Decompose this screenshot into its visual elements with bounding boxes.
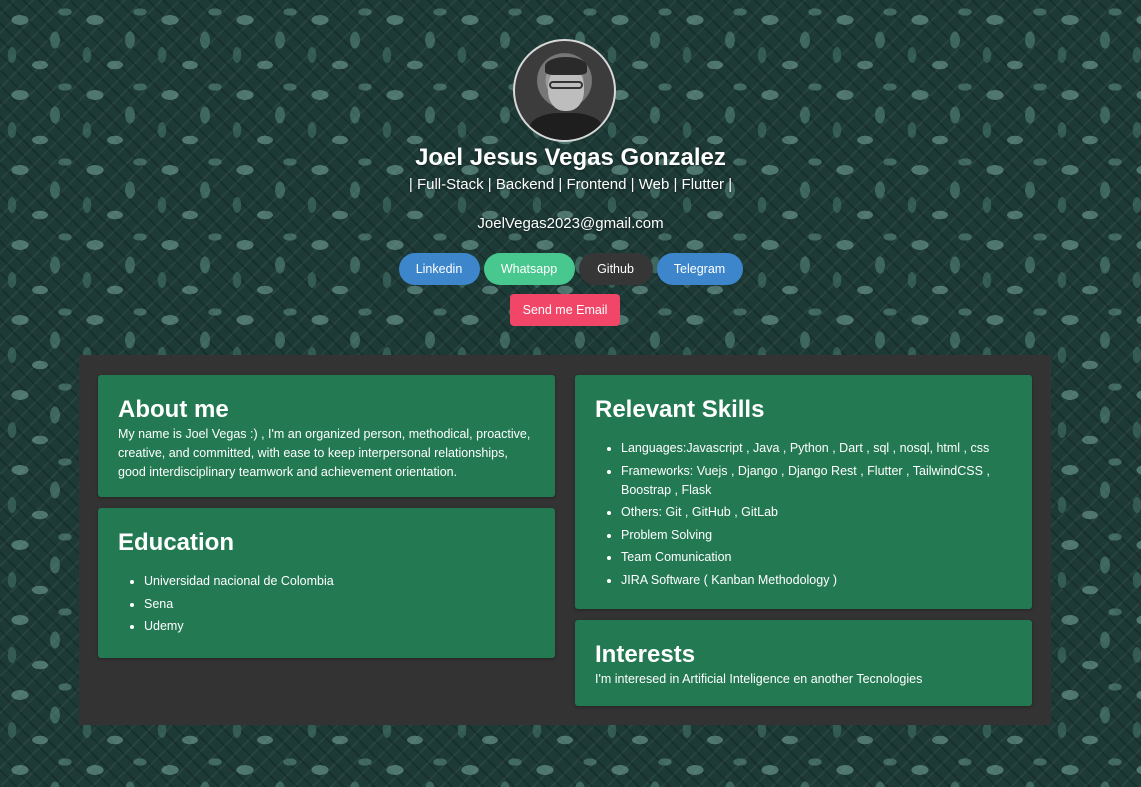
content-panel: About me My name is Joel Vegas :) , I'm … (79, 355, 1051, 725)
list-item: Others: Git , GitHub , GitLab (621, 503, 1012, 522)
avatar-glasses (549, 81, 583, 89)
social-links: Linkedin Whatsapp Github Telegram (0, 253, 1141, 285)
skills-title: Relevant Skills (595, 396, 765, 423)
list-item: Team Comunication (621, 548, 1012, 567)
list-item: JIRA Software ( Kanban Methodology ) (621, 571, 1012, 590)
github-button[interactable]: Github (578, 253, 653, 285)
whatsapp-button[interactable]: Whatsapp (483, 253, 575, 285)
send-email-button[interactable]: Send me Email (510, 294, 620, 326)
skills-card: Relevant Skills Languages:Javascript , J… (575, 375, 1032, 609)
list-item: Frameworks: Vuejs , Django , Django Rest… (621, 462, 1012, 500)
profile-email: JoelVegas2023@gmail.com (477, 215, 664, 232)
about-card: About me My name is Joel Vegas :) , I'm … (98, 375, 555, 497)
profile-roles: | Full-Stack | Backend | Frontend | Web … (408, 176, 733, 193)
interests-title: Interests (595, 641, 696, 668)
skills-list: Languages:Javascript , Java , Python , D… (595, 439, 1012, 590)
avatar (513, 39, 616, 142)
list-item: Problem Solving (621, 526, 1012, 545)
profile-name: Joel Jesus Vegas Gonzalez (415, 144, 726, 171)
about-text: My name is Joel Vegas :) , I'm an organi… (118, 427, 531, 480)
linkedin-button[interactable]: Linkedin (398, 253, 480, 285)
list-item: Sena (144, 595, 535, 614)
avatar-hair (545, 57, 587, 75)
list-item: Udemy (144, 617, 535, 636)
education-list: Universidad nacional de Colombia Sena Ud… (118, 572, 535, 636)
education-card: Education Universidad nacional de Colomb… (98, 508, 555, 658)
interests-text: I'm interesed in Artificial Inteligence … (595, 672, 923, 687)
interests-card: Interests I'm interesed in Artificial In… (575, 620, 1032, 706)
avatar-body (529, 113, 603, 140)
education-title: Education (118, 529, 235, 556)
about-title: About me (118, 396, 229, 423)
list-item: Universidad nacional de Colombia (144, 572, 535, 591)
telegram-button[interactable]: Telegram (656, 253, 743, 285)
list-item: Languages:Javascript , Java , Python , D… (621, 439, 1012, 458)
